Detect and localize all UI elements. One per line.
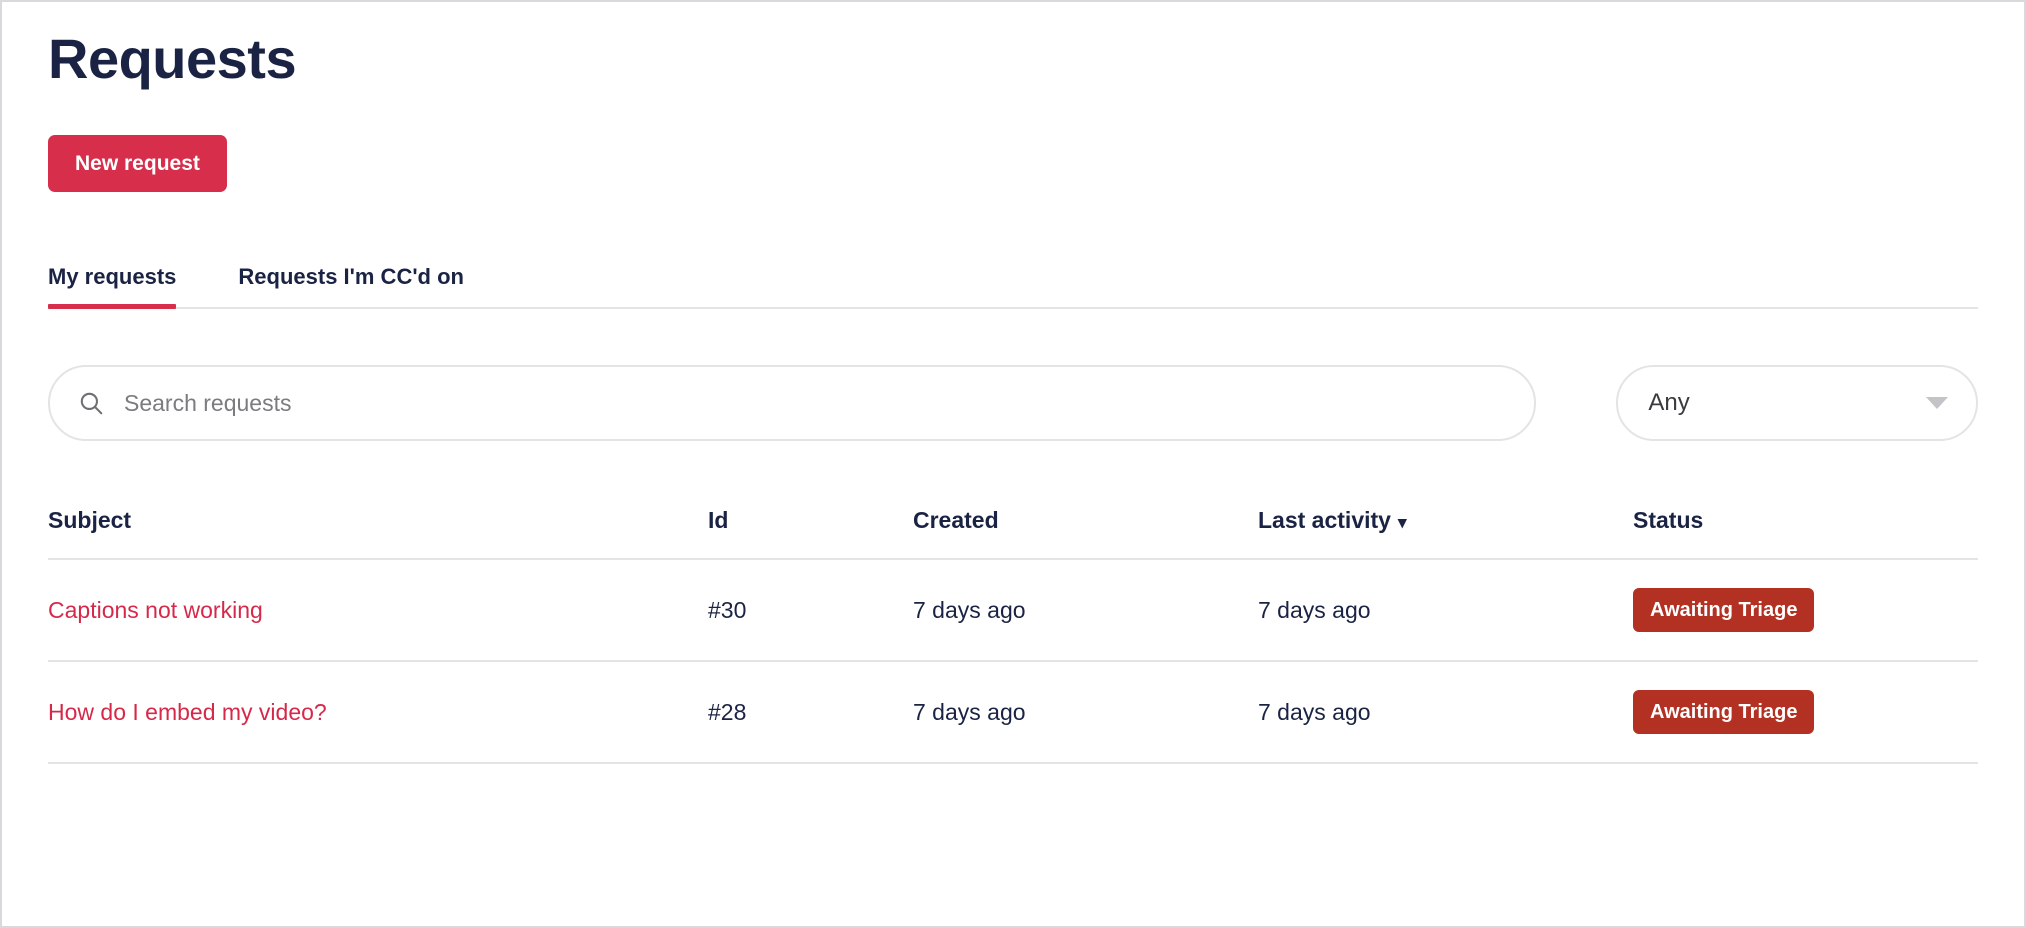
cell-id: #28 bbox=[708, 661, 913, 765]
tab-my-requests-label: My requests bbox=[48, 264, 177, 290]
cell-created: 7 days ago bbox=[913, 661, 1258, 765]
status-filter-select[interactable]: Any bbox=[1616, 365, 1978, 442]
status-badge: Awaiting Triage bbox=[1633, 588, 1815, 633]
column-header-id-label: Id bbox=[708, 507, 729, 534]
tab-my-requests[interactable]: My requests bbox=[48, 264, 177, 310]
column-header-id[interactable]: Id bbox=[708, 507, 913, 561]
cell-status: Awaiting Triage bbox=[1633, 661, 1978, 765]
search-input[interactable] bbox=[122, 388, 1507, 418]
column-header-subject-label: Subject bbox=[48, 507, 132, 534]
status-filter-value: Any bbox=[1648, 389, 1690, 417]
column-header-created-label: Created bbox=[913, 507, 999, 534]
tab-requests-ccd-on-label: Requests I'm CC'd on bbox=[238, 264, 464, 290]
tab-requests-ccd-on[interactable]: Requests I'm CC'd on bbox=[238, 265, 464, 307]
column-header-created[interactable]: Created bbox=[913, 507, 1258, 561]
column-header-last-activity[interactable]: Last activity ▾ bbox=[1258, 507, 1633, 561]
search-icon bbox=[80, 393, 103, 415]
cell-last-activity: 7 days ago bbox=[1258, 559, 1633, 663]
status-badge: Awaiting Triage bbox=[1633, 690, 1815, 735]
page-title: Requests bbox=[48, 27, 297, 90]
cell-subject: How do I embed my video? bbox=[48, 661, 708, 765]
request-subject-link[interactable]: Captions not working bbox=[48, 597, 263, 623]
column-header-last-activity-label: Last activity bbox=[1258, 507, 1391, 534]
table-row[interactable]: Captions not working #30 7 days ago 7 da… bbox=[48, 559, 1978, 663]
cell-subject: Captions not working bbox=[48, 559, 708, 663]
filter-row: Any bbox=[48, 365, 1978, 442]
column-header-status-label: Status bbox=[1633, 507, 1704, 534]
table-row[interactable]: How do I embed my video? #28 7 days ago … bbox=[48, 661, 1978, 765]
column-header-status[interactable]: Status bbox=[1633, 507, 1978, 561]
cell-last-activity: 7 days ago bbox=[1258, 661, 1633, 765]
requests-page: Requests New request My requests Request… bbox=[0, 0, 2026, 928]
search-box[interactable] bbox=[48, 365, 1537, 442]
sort-descending-icon: ▾ bbox=[1397, 513, 1407, 533]
column-header-subject[interactable]: Subject bbox=[48, 507, 708, 561]
chevron-down-icon bbox=[1926, 397, 1948, 410]
tab-list: My requests Requests I'm CC'd on bbox=[48, 247, 1978, 310]
table-header-row: Subject Id Created Last activity ▾ Status bbox=[48, 507, 1978, 561]
requests-table: Subject Id Created Last activity ▾ Status bbox=[48, 507, 1978, 765]
cell-status: Awaiting Triage bbox=[1633, 559, 1978, 663]
table-header: Subject Id Created Last activity ▾ Status bbox=[48, 507, 1978, 561]
cell-created: 7 days ago bbox=[913, 559, 1258, 663]
new-request-button[interactable]: New request bbox=[48, 135, 227, 193]
cell-id: #30 bbox=[708, 559, 913, 663]
table-body: Captions not working #30 7 days ago 7 da… bbox=[48, 559, 1978, 765]
request-subject-link[interactable]: How do I embed my video? bbox=[48, 699, 327, 725]
